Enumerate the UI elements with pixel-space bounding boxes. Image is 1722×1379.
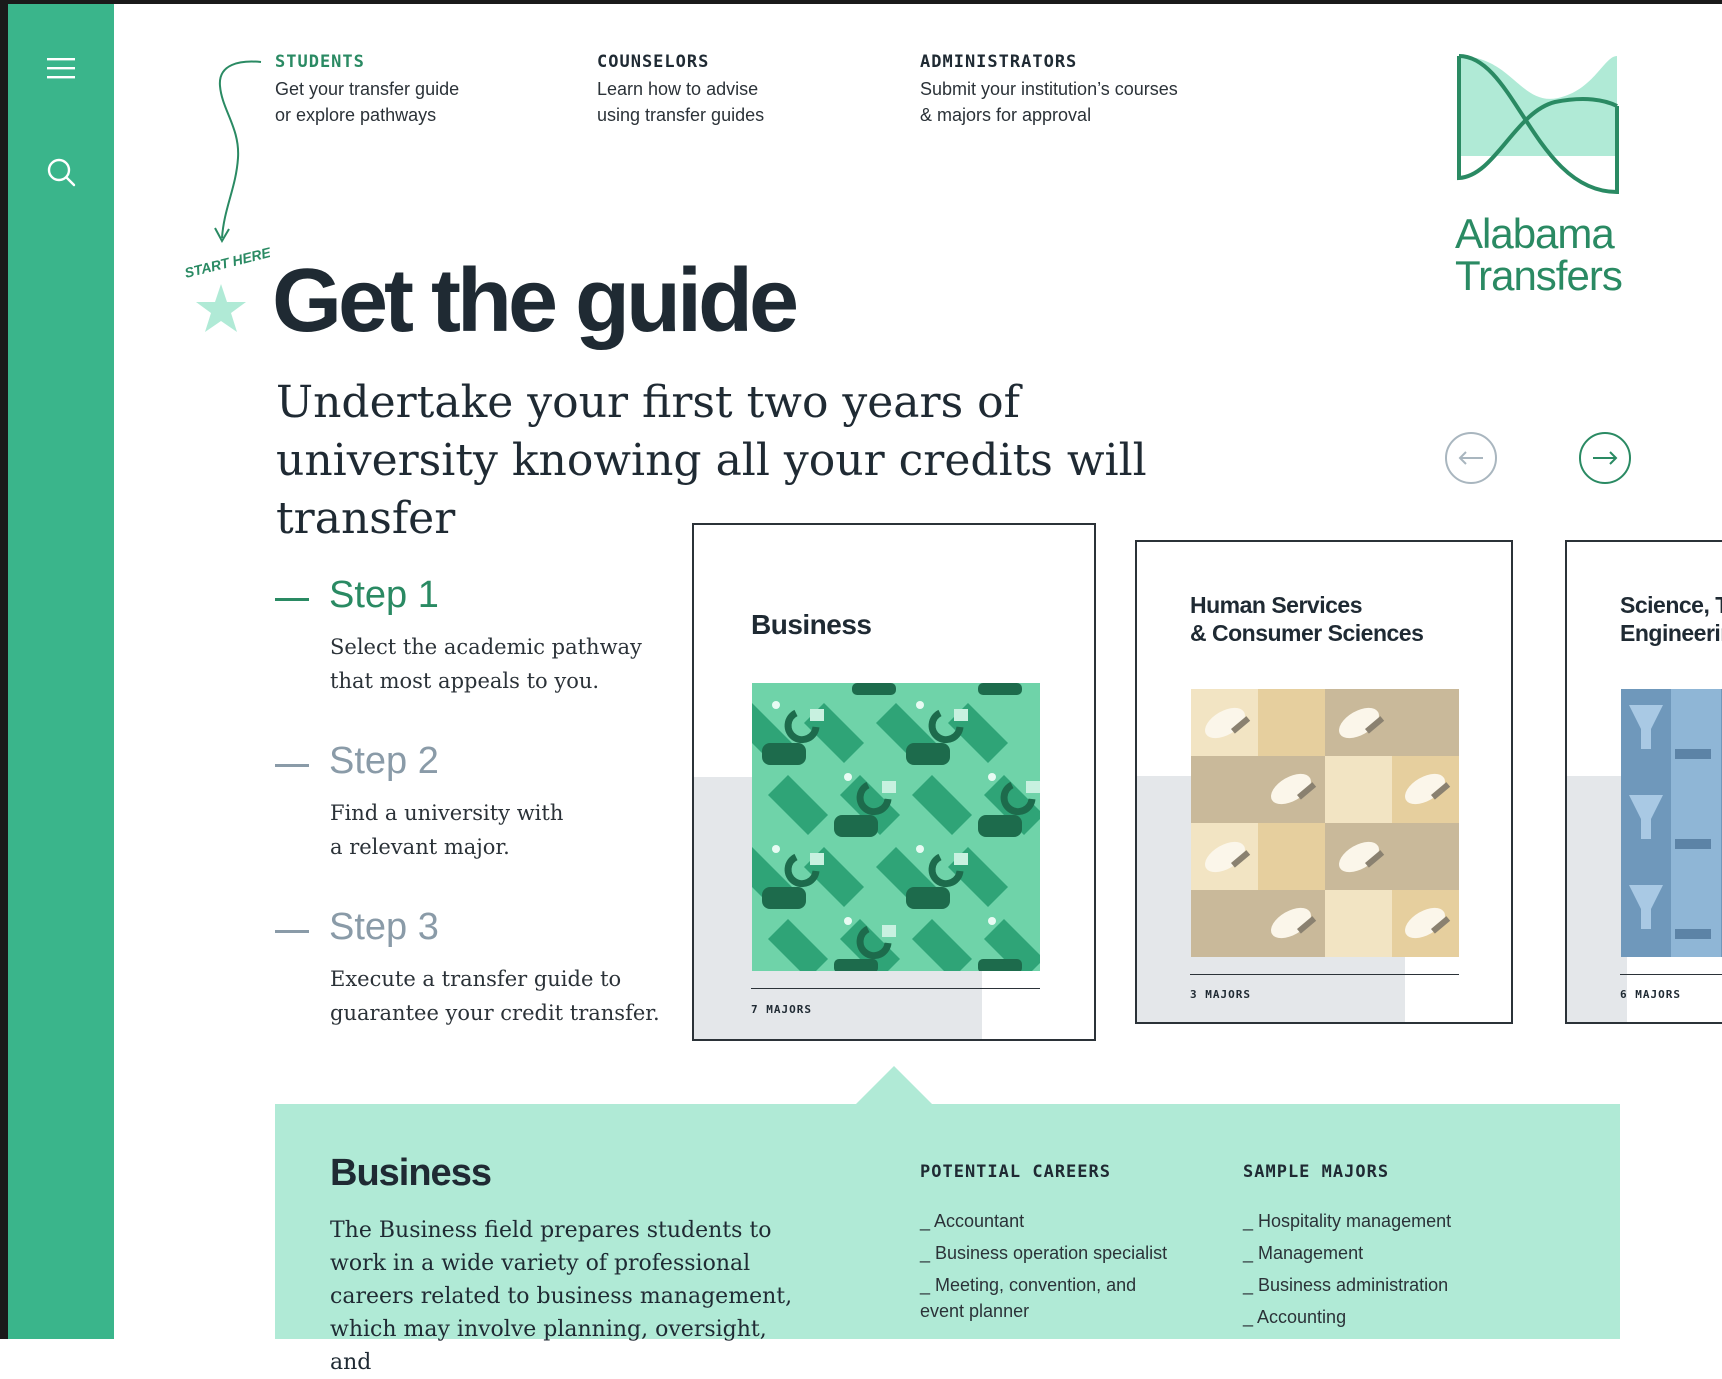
card-title: Business xyxy=(751,609,872,640)
step-dash xyxy=(275,930,309,933)
card-divider xyxy=(1620,974,1722,975)
careers-list: _ Accountant _ Business operation specia… xyxy=(920,1208,1167,1330)
logo-mark-icon xyxy=(1457,54,1619,202)
alabama-transfers-logo[interactable]: Alabama Transfers xyxy=(1455,52,1635,297)
nav-administrators-label: ADMINISTRATORS xyxy=(920,52,1078,72)
science-pattern-illustration xyxy=(1621,689,1722,957)
sidebar xyxy=(8,4,114,1339)
star-icon xyxy=(196,284,246,332)
step-dash xyxy=(275,598,309,601)
nav-students[interactable]: STUDENTS Get your transfer guide or expl… xyxy=(275,52,459,128)
step-3-title: Step 3 xyxy=(329,906,439,948)
list-item[interactable]: _ Management xyxy=(1243,1240,1451,1266)
detail-title: Business xyxy=(330,1152,492,1194)
nav-students-label: STUDENTS xyxy=(275,52,365,72)
nav-students-desc: Get your transfer guide or explore pathw… xyxy=(275,79,460,125)
card-title: Science, Technology Engineering xyxy=(1620,592,1722,646)
search-button[interactable] xyxy=(8,142,114,202)
panel-pointer xyxy=(856,1066,932,1104)
list-item: _ Meeting, convention, and event planner xyxy=(920,1275,1137,1321)
card-divider xyxy=(1190,974,1459,975)
majors-list: _ Hospitality management _ Management _ … xyxy=(1243,1208,1451,1336)
pathway-card-science[interactable]: Science, Technology Engineering 6 MAJORS xyxy=(1565,540,1722,1024)
business-pattern-illustration xyxy=(752,683,1040,971)
hamburger-menu-icon xyxy=(47,58,75,79)
pathway-detail-panel: Business The Business field prepares stu… xyxy=(275,1104,1620,1375)
nav-counselors-label: COUNSELORS xyxy=(597,52,710,72)
logo-wordmark: Alabama Transfers xyxy=(1455,210,1623,299)
step-dash xyxy=(275,764,309,767)
list-item[interactable]: _ Hospitality management xyxy=(1243,1208,1451,1234)
nav-administrators[interactable]: ADMINISTRATORS Submit your institution’s… xyxy=(920,52,1178,128)
carousel-prev-button[interactable] xyxy=(1445,432,1497,484)
start-here-text: START HERE! xyxy=(183,244,270,281)
pathway-card-human-services[interactable]: Human Services & Consumer Sciences 3 MAJ… xyxy=(1135,540,1513,1024)
step-1-title: Step 1 xyxy=(329,574,439,616)
menu-button[interactable] xyxy=(8,38,114,98)
card-majors-count: 6 MAJORS xyxy=(1620,988,1681,1001)
card-majors-count: 7 MAJORS xyxy=(751,1003,812,1016)
start-here-annotation: START HERE! xyxy=(183,244,270,332)
list-item: _ Business operation specialist xyxy=(920,1243,1168,1263)
arrow-right-icon xyxy=(1593,451,1618,465)
search-icon xyxy=(47,158,76,187)
human-services-pattern-illustration xyxy=(1191,689,1459,957)
list-item[interactable]: _ Accounting xyxy=(1243,1304,1451,1330)
card-background xyxy=(1567,776,1627,1022)
carousel-next-button[interactable] xyxy=(1579,432,1631,484)
list-item: _ Accountant xyxy=(920,1211,1025,1231)
nav-counselors[interactable]: COUNSELORS Learn how to advise using tra… xyxy=(597,52,764,128)
careers-heading: POTENTIAL CAREERS xyxy=(920,1162,1111,1182)
card-divider xyxy=(751,988,1040,989)
step-2-body: Find a university with a relevant major. xyxy=(330,801,564,859)
card-majors-count: 3 MAJORS xyxy=(1190,988,1251,1001)
card-title: Human Services & Consumer Sciences xyxy=(1190,592,1424,646)
nav-administrators-desc: Submit your institution’s courses & majo… xyxy=(920,79,1178,125)
pathway-card-business[interactable]: Business 7 MAJORS xyxy=(692,523,1096,1041)
nav-counselors-desc: Learn how to advise using transfer guide… xyxy=(597,79,765,125)
list-item[interactable]: _ Business administration xyxy=(1243,1272,1451,1298)
hero-subtitle: Undertake your first two years of univer… xyxy=(276,377,1147,544)
step-2-title: Step 2 xyxy=(329,740,439,782)
step-1-body: Select the academic pathway that most ap… xyxy=(330,635,642,693)
majors-heading: SAMPLE MAJORS xyxy=(1243,1162,1390,1182)
start-here-arrow-icon xyxy=(214,60,262,244)
step-3-body: Execute a transfer guide to guarantee yo… xyxy=(330,967,660,1025)
arrow-left-icon xyxy=(1458,451,1483,465)
detail-description: The Business field prepares students to … xyxy=(330,1218,793,1375)
page-title: Get the guide xyxy=(272,251,799,351)
